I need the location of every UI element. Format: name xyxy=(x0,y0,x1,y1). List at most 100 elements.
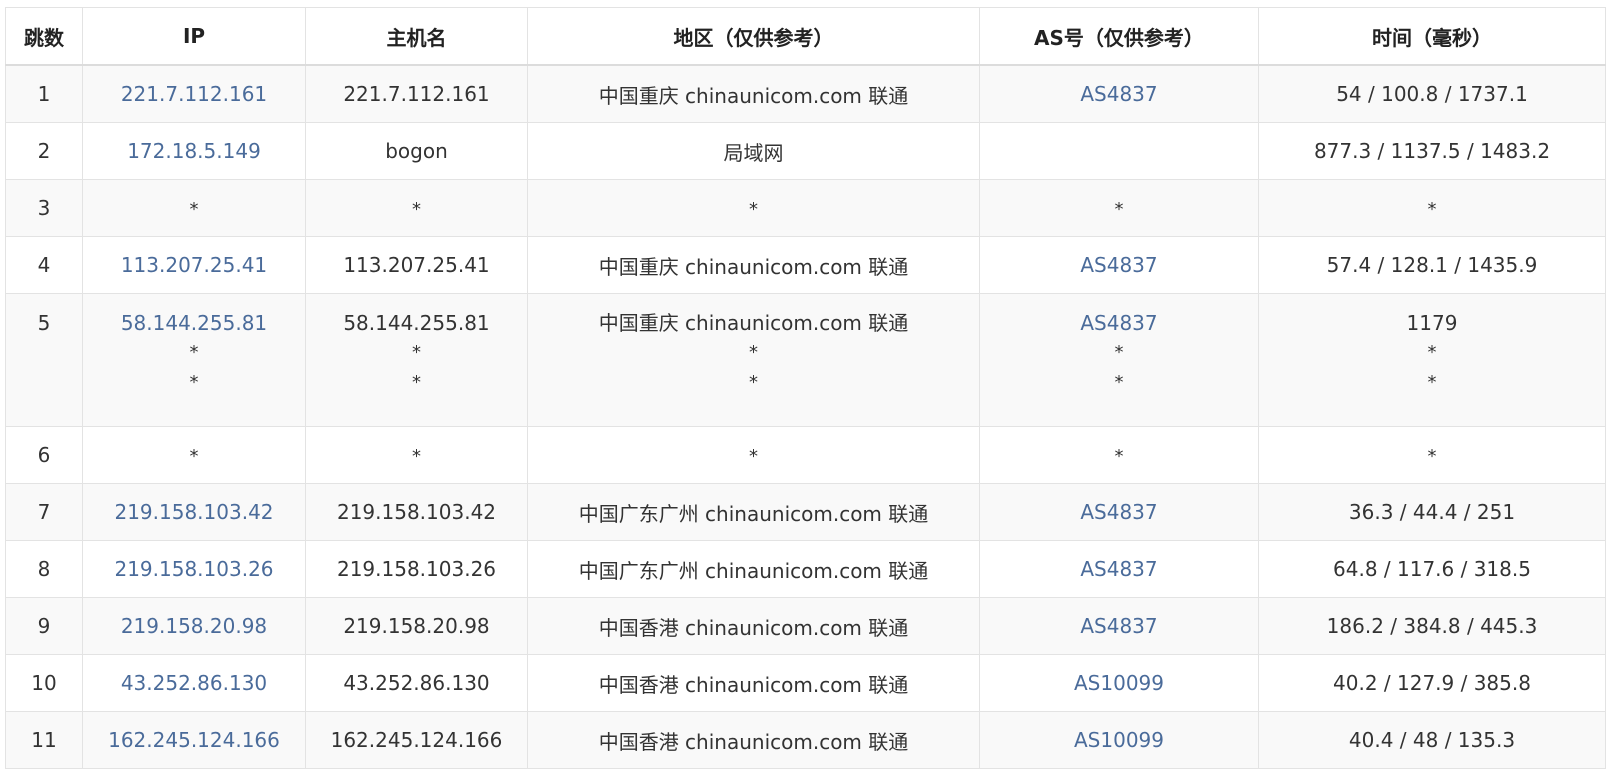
time-column-cell: 40.2 / 127.9 / 385.8 xyxy=(1258,654,1606,712)
table-row: 8 219.158.103.26 219.158.103.26 中国广东广州 chin… xyxy=(5,540,1606,598)
host-column-cell: * xyxy=(305,179,528,237)
region-cell: 中国重庆 chinaunicom.com 联通 xyxy=(598,311,909,335)
time-column-cell: 57.4 / 128.1 / 1435.9 xyxy=(1258,236,1606,294)
asn-column-cell: AS10099 xyxy=(979,654,1259,712)
host-column-cell: 219.158.103.42 xyxy=(305,483,528,541)
table-row: 11 162.245.124.166 162.245.124.166 中国香港 chi… xyxy=(5,711,1606,769)
time-column-cell: 40.4 / 48 / 135.3 xyxy=(1258,711,1606,769)
ip-column-cell: 219.158.103.26 xyxy=(82,540,306,598)
host-column-cell: 219.158.103.26 xyxy=(305,540,528,598)
hop-cell: 5 xyxy=(37,311,51,335)
no-response-marker: * xyxy=(1427,446,1437,467)
time-cell: 40.4 / 48 / 135.3 xyxy=(1348,728,1516,752)
region-column-cell: 中国广东广州 chinaunicom.com 联通 xyxy=(527,483,980,541)
region-column-cell: * xyxy=(527,426,980,484)
ip-link[interactable]: 113.207.25.41 xyxy=(121,253,267,277)
host-column-cell: 58.144.255.81 * * xyxy=(305,293,528,427)
table-row: 7 219.158.103.42 219.158.103.42 中国广东广州 chin… xyxy=(5,483,1606,541)
table-row: 5 58.144.255.81 * * 58.144.255.81 * * 中国重庆 chin… xyxy=(5,293,1606,427)
hop-cell: 1 xyxy=(37,82,51,106)
hop-column-cell: 10 xyxy=(5,654,83,712)
asn-link[interactable]: AS10099 xyxy=(1074,728,1164,752)
region-cell: 中国重庆 chinaunicom.com 联通 xyxy=(598,83,909,108)
asn-column-cell: * xyxy=(979,179,1259,237)
ip-column-cell: 113.207.25.41 xyxy=(82,236,306,294)
hostname-cell: 43.252.86.130 xyxy=(343,671,490,695)
hostname-cell: 221.7.112.161 xyxy=(343,82,490,106)
asn-link[interactable]: AS4837 xyxy=(1080,82,1157,106)
no-response-marker: * xyxy=(189,342,199,363)
region-cell: 中国香港 chinaunicom.com 联通 xyxy=(598,729,909,754)
asn-link[interactable]: AS4837 xyxy=(1080,253,1157,277)
host-column-cell: 219.158.20.98 xyxy=(305,597,528,655)
host-column-cell: 162.245.124.166 xyxy=(305,711,528,769)
ip-column-cell: 219.158.20.98 xyxy=(82,597,306,655)
asn-column-cell xyxy=(979,122,1259,180)
ip-link[interactable]: 219.158.103.26 xyxy=(114,557,273,581)
no-response-marker: * xyxy=(749,199,758,220)
region-column-cell: 中国广东广州 chinaunicom.com 联通 xyxy=(527,540,980,598)
host-column-cell: 221.7.112.161 xyxy=(305,64,528,123)
hostname-cell: 219.158.20.98 xyxy=(343,614,490,638)
asn-link[interactable]: AS4837 xyxy=(1080,500,1157,524)
time-column-cell: * xyxy=(1258,426,1606,484)
ip-column-cell: * xyxy=(82,426,306,484)
time-cell: 40.2 / 127.9 / 385.8 xyxy=(1333,671,1531,695)
host-column-cell: bogon xyxy=(305,122,528,180)
time-cell: 64.8 / 117.6 / 318.5 xyxy=(1333,557,1531,581)
time-cell: 54 / 100.8 / 1737.1 xyxy=(1336,82,1528,106)
hop-column-cell: 6 xyxy=(5,426,83,484)
hop-cell: 6 xyxy=(37,443,51,467)
ip-link[interactable]: 43.252.86.130 xyxy=(121,671,267,695)
region-cell: 中国重庆 chinaunicom.com 联通 xyxy=(598,254,909,279)
no-response-marker: * xyxy=(749,446,758,467)
hop-column-cell: 5 xyxy=(5,293,83,427)
table-row: 10 43.252.86.130 43.252.86.130 中国香港 chinaun… xyxy=(5,654,1606,712)
table-row: 1 221.7.112.161 221.7.112.161 中国重庆 chinauni… xyxy=(5,64,1606,123)
traceroute-table: 跳数 IP 主机名 地区（仅供参考） AS号（仅供参考） 时间（毫秒） 1 221… xyxy=(5,7,1606,769)
hostname-cell: 58.144.255.81 xyxy=(343,311,490,335)
asn-link[interactable]: AS4837 xyxy=(980,308,1258,338)
region-column-cell: 中国香港 chinaunicom.com 联通 xyxy=(527,597,980,655)
hop-cell: 11 xyxy=(31,728,57,752)
no-response-marker: * xyxy=(1427,372,1437,393)
asn-link[interactable]: AS4837 xyxy=(1080,614,1157,638)
hop-cell: 2 xyxy=(37,139,51,163)
region-cell: 中国香港 chinaunicom.com 联通 xyxy=(598,672,909,697)
no-response-marker: * xyxy=(749,342,758,363)
asn-column-cell: AS4837 xyxy=(979,236,1259,294)
time-column-cell: 186.2 / 384.8 / 445.3 xyxy=(1258,597,1606,655)
asn-column-cell: AS4837 * * xyxy=(979,293,1259,427)
ip-link[interactable]: 221.7.112.161 xyxy=(121,82,267,106)
host-column-cell: 113.207.25.41 xyxy=(305,236,528,294)
hop-column-cell: 1 xyxy=(5,64,83,123)
region-cell: 中国广东广州 chinaunicom.com 联通 xyxy=(578,558,929,583)
time-column-cell: 36.3 / 44.4 / 251 xyxy=(1258,483,1606,541)
no-response-marker: * xyxy=(1427,342,1437,363)
ip-column-cell: 58.144.255.81 * * xyxy=(82,293,306,427)
no-response-marker: * xyxy=(749,372,758,393)
hop-column-cell: 4 xyxy=(5,236,83,294)
table-body: 1 221.7.112.161 221.7.112.161 中国重庆 chinauni… xyxy=(5,64,1606,769)
asn-link[interactable]: AS4837 xyxy=(1080,557,1157,581)
asn-column-cell: AS4837 xyxy=(979,597,1259,655)
hostname-cell: bogon xyxy=(385,139,448,163)
no-response-marker: * xyxy=(189,372,199,393)
ip-column-cell: 219.158.103.42 xyxy=(82,483,306,541)
asn-column-cell: AS4837 xyxy=(979,540,1259,598)
no-response-marker: * xyxy=(1114,446,1124,467)
ip-link[interactable]: 219.158.20.98 xyxy=(121,614,267,638)
ip-column-cell: 162.245.124.166 xyxy=(82,711,306,769)
asn-link[interactable]: AS10099 xyxy=(1074,671,1164,695)
region-column-cell: 中国重庆 chinaunicom.com 联通 xyxy=(527,236,980,294)
ip-link[interactable]: 162.245.124.166 xyxy=(108,728,280,752)
header-hop: 跳数 xyxy=(5,7,83,66)
ip-link[interactable]: 219.158.103.42 xyxy=(114,500,273,524)
table-row: 2 172.18.5.149 bogon 局域网 877.3 / 1137.5 / 14… xyxy=(5,122,1606,180)
ip-link[interactable]: 58.144.255.81 xyxy=(83,308,305,338)
table-row: 9 219.158.20.98 219.158.20.98 中国香港 chinauni… xyxy=(5,597,1606,655)
region-column-cell: 中国重庆 chinaunicom.com 联通 xyxy=(527,64,980,123)
ip-link[interactable]: 172.18.5.149 xyxy=(127,139,261,163)
table-row: 4 113.207.25.41 113.207.25.41 中国重庆 chinauni… xyxy=(5,236,1606,294)
hop-column-cell: 3 xyxy=(5,179,83,237)
